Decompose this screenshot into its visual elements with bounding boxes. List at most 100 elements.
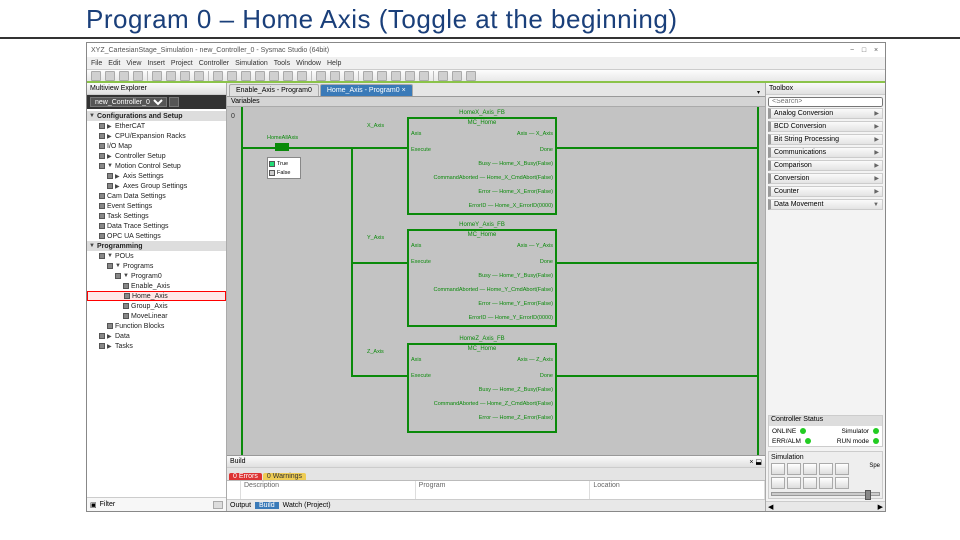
toolbar-button[interactable]: [227, 71, 237, 81]
tree-item-group-axis[interactable]: Group_Axis: [87, 301, 226, 311]
toolbar-button[interactable]: [297, 71, 307, 81]
toolbar-button[interactable]: [283, 71, 293, 81]
menu-window[interactable]: Window: [296, 60, 321, 67]
tree-item[interactable]: ▶Axis Settings: [87, 171, 226, 181]
tab-close-icon[interactable]: ×: [402, 87, 406, 94]
controller-select[interactable]: new_Controller_0: [90, 97, 167, 107]
tree-item[interactable]: Function Blocks: [87, 321, 226, 331]
sim-button[interactable]: [771, 477, 785, 489]
fb-home-z[interactable]: HomeZ_Axis_FB MC_Home AxisAxis — Z_Axis …: [407, 343, 557, 433]
toolbar-button[interactable]: [438, 71, 448, 81]
minimize-button[interactable]: −: [847, 47, 857, 54]
toolbar-button[interactable]: [241, 71, 251, 81]
menu-file[interactable]: File: [91, 60, 102, 67]
toolbar-button[interactable]: [452, 71, 462, 81]
toolbox-category[interactable]: BCD Conversion▶: [768, 121, 883, 132]
tree-item[interactable]: ▶Axes Group Settings: [87, 181, 226, 191]
tree-item[interactable]: ▶CPU/Expansion Racks: [87, 131, 226, 141]
tree-item[interactable]: OPC UA Settings: [87, 231, 226, 241]
toolbar-button[interactable]: [194, 71, 204, 81]
sim-speed-slider[interactable]: [771, 492, 880, 496]
toolbox-category[interactable]: Comparison▶: [768, 160, 883, 171]
tree-item[interactable]: Event Settings: [87, 201, 226, 211]
fb-home-x[interactable]: HomeX_Axis_FB MC_Home AxisAxis — X_Axis …: [407, 117, 557, 215]
right-scrollbar[interactable]: ◀▶: [766, 501, 885, 511]
tree-item-enable-axis[interactable]: Enable_Axis: [87, 281, 226, 291]
footer-tab-watch[interactable]: Watch (Project): [283, 502, 331, 509]
tree-item[interactable]: ▶Controller Setup: [87, 151, 226, 161]
footer-tab-build[interactable]: Build: [255, 502, 279, 509]
toolbar-button[interactable]: [344, 71, 354, 81]
tab-dropdown-icon[interactable]: ▾: [754, 89, 763, 96]
toolbar-button[interactable]: [269, 71, 279, 81]
tree-item[interactable]: ▶EtherCAT: [87, 121, 226, 131]
toolbox-category[interactable]: Conversion▶: [768, 173, 883, 184]
toolbar-button[interactable]: [105, 71, 115, 81]
menu-controller[interactable]: Controller: [199, 60, 229, 67]
menu-insert[interactable]: Insert: [147, 60, 165, 67]
menu-view[interactable]: View: [126, 60, 141, 67]
tree-item[interactable]: ▼Motion Control Setup: [87, 161, 226, 171]
tree-item[interactable]: ▼Program0: [87, 271, 226, 281]
toolbar-button[interactable]: [316, 71, 326, 81]
variables-header[interactable]: Variables: [227, 97, 765, 107]
tree-item[interactable]: ▼Programs: [87, 261, 226, 271]
tree-section-config[interactable]: ▼Configurations and Setup: [87, 111, 226, 121]
tree-item[interactable]: ▼POUs: [87, 251, 226, 261]
toolbar-button[interactable]: [330, 71, 340, 81]
tree-item[interactable]: Cam Data Settings: [87, 191, 226, 201]
footer-tab-output[interactable]: Output: [230, 502, 251, 509]
tree-item[interactable]: Data Trace Settings: [87, 221, 226, 231]
toolbar-button[interactable]: [466, 71, 476, 81]
warnings-tab[interactable]: 0 Warnings: [263, 473, 306, 480]
toolbar-button[interactable]: [213, 71, 223, 81]
toolbar-button[interactable]: [377, 71, 387, 81]
sim-stop-button[interactable]: [803, 463, 817, 475]
toolbar-button[interactable]: [133, 71, 143, 81]
sim-button[interactable]: [787, 477, 801, 489]
menu-project[interactable]: Project: [171, 60, 193, 67]
menu-tools[interactable]: Tools: [274, 60, 290, 67]
sim-run-button[interactable]: [771, 463, 785, 475]
toolbox-category[interactable]: Analog Conversion▶: [768, 108, 883, 119]
errors-tab[interactable]: 0 Errors: [229, 473, 262, 480]
toolbar-button[interactable]: [152, 71, 162, 81]
build-close-icon[interactable]: × ⬓: [749, 458, 762, 466]
toolbar-button[interactable]: [166, 71, 176, 81]
project-tree[interactable]: ▼Configurations and Setup ▶EtherCAT ▶CPU…: [87, 109, 226, 497]
tree-section-programming[interactable]: ▼Programming: [87, 241, 226, 251]
toolbar-button[interactable]: [91, 71, 101, 81]
tree-item[interactable]: ▶Data: [87, 331, 226, 341]
menu-edit[interactable]: Edit: [108, 60, 120, 67]
toolbox-category[interactable]: Communications▶: [768, 147, 883, 158]
close-button[interactable]: ×: [871, 47, 881, 54]
fb-home-y[interactable]: HomeY_Axis_FB MC_Home AxisAxis — Y_Axis …: [407, 229, 557, 327]
ladder-diagram[interactable]: 0 HomeAllAxis True False HomeX_Ax: [227, 107, 765, 455]
sim-button[interactable]: [803, 477, 817, 489]
filter-button[interactable]: [213, 501, 223, 509]
controller-config-button[interactable]: [169, 97, 179, 107]
toolbox-category[interactable]: Data Movement▼: [768, 199, 883, 210]
tree-item-movelinear[interactable]: MoveLinear: [87, 311, 226, 321]
menu-help[interactable]: Help: [327, 60, 341, 67]
maximize-button[interactable]: □: [859, 47, 869, 54]
toolbar-button[interactable]: [363, 71, 373, 81]
sim-button[interactable]: [819, 477, 833, 489]
toolbar-button[interactable]: [255, 71, 265, 81]
toolbox-search-input[interactable]: [768, 97, 883, 107]
tab-enable-axis[interactable]: Enable_Axis - Program0: [229, 84, 319, 96]
toggle-box[interactable]: True False: [267, 157, 301, 179]
toolbar-button[interactable]: [180, 71, 190, 81]
toolbox-category[interactable]: Bit String Processing▶: [768, 134, 883, 145]
toolbox-category[interactable]: Counter▶: [768, 186, 883, 197]
sim-button[interactable]: [835, 477, 849, 489]
contact-icon[interactable]: [275, 143, 289, 151]
menu-simulation[interactable]: Simulation: [235, 60, 268, 67]
sim-pause-button[interactable]: [787, 463, 801, 475]
sim-step-button[interactable]: [835, 463, 849, 475]
sim-step-button[interactable]: [819, 463, 833, 475]
tree-item[interactable]: I/O Map: [87, 141, 226, 151]
tree-item-home-axis[interactable]: Home_Axis: [87, 291, 226, 301]
tree-item[interactable]: ▶Tasks: [87, 341, 226, 351]
toolbar-button[interactable]: [405, 71, 415, 81]
